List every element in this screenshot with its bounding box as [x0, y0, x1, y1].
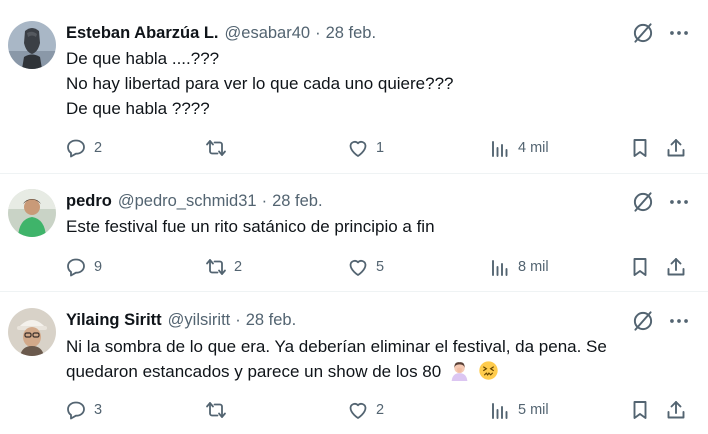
person-green-shirt-avatar-icon	[8, 189, 56, 237]
author-handle[interactable]: @pedro_schmid31	[118, 192, 257, 211]
tweet-1[interactable]: Esteban Abarzúa L. @esabar40 · 28 feb. D…	[0, 0, 708, 174]
views-button[interactable]: 5 mil	[488, 397, 549, 423]
tweet-actions: 2 1 4 mil	[0, 135, 708, 161]
separator-dot: ·	[235, 310, 241, 329]
statue-avatar-icon	[8, 21, 56, 69]
tweet-text-line: Este festival fue un rito satánico de pr…	[66, 217, 435, 236]
grok-icon[interactable]	[630, 20, 656, 46]
confounded-face-emoji	[478, 360, 499, 381]
author-handle[interactable]: @esabar40	[225, 24, 311, 43]
more-options-icon[interactable]	[666, 189, 692, 215]
repost-button[interactable]	[204, 135, 234, 161]
avatar-pedro[interactable]	[8, 189, 56, 237]
reply-icon	[67, 139, 85, 158]
repost-icon	[206, 259, 226, 275]
more-options-icon[interactable]	[666, 308, 692, 334]
reply-count: 9	[94, 259, 103, 275]
avatar-esteban[interactable]	[8, 21, 56, 69]
reply-icon	[67, 401, 85, 420]
tweet-text-line-with-emoji: quedaron estancados y parece un show de …	[66, 359, 676, 384]
tweet-text-line: quedaron estancados y parece un show de …	[66, 362, 442, 381]
tweet-date[interactable]: 28 feb.	[246, 311, 296, 330]
views-button[interactable]: 8 mil	[488, 254, 549, 280]
like-button[interactable]: 2	[346, 397, 384, 423]
separator-dot: ·	[261, 191, 268, 210]
heart-icon	[349, 140, 367, 157]
share-icon	[667, 401, 685, 419]
tweet-feed: Esteban Abarzúa L. @esabar40 · 28 feb. D…	[0, 0, 708, 434]
bookmark-button[interactable]	[628, 397, 652, 423]
grok-icon[interactable]	[630, 308, 656, 334]
tweet-text: Este festival fue un rito satánico de pr…	[66, 214, 676, 239]
tweet-actions: 9 2 5 8 mil	[0, 254, 708, 280]
analytics-icon	[492, 403, 508, 419]
more-options-icon[interactable]	[666, 20, 692, 46]
bookmark-button[interactable]	[628, 254, 652, 280]
bookmark-button[interactable]	[628, 135, 652, 161]
like-count: 1	[376, 140, 385, 156]
like-count: 2	[376, 402, 385, 418]
views-count: 4 mil	[518, 140, 549, 156]
analytics-icon	[492, 141, 508, 157]
views-count: 8 mil	[518, 259, 549, 275]
share-button[interactable]	[664, 397, 688, 423]
separator-dot: ·	[315, 23, 321, 42]
bookmark-icon	[633, 139, 647, 157]
tweet-2[interactable]: pedro @pedro_schmid31 · 28 feb. Este fes…	[0, 174, 708, 292]
share-button[interactable]	[664, 135, 688, 161]
repost-button[interactable]: 2	[204, 254, 242, 280]
repost-button[interactable]	[204, 397, 234, 423]
author-name[interactable]: Esteban Abarzúa L.	[66, 24, 219, 43]
reply-button[interactable]: 2	[64, 135, 102, 161]
like-button[interactable]: 1	[346, 135, 384, 161]
tweet-header: pedro @pedro_schmid31 · 28 feb.	[66, 190, 323, 212]
author-name[interactable]: pedro	[66, 192, 112, 211]
tweet-text: De que habla ....??? No hay libertad par…	[66, 46, 676, 121]
tweet-text-line: De que habla ????	[66, 99, 210, 118]
tweet-header: Esteban Abarzúa L. @esabar40 · 28 feb.	[66, 22, 376, 44]
like-count: 5	[376, 259, 385, 275]
like-button[interactable]: 5	[346, 254, 384, 280]
repost-icon	[206, 402, 226, 418]
reply-button[interactable]: 9	[64, 254, 102, 280]
reply-count: 3	[94, 402, 103, 418]
tweet-text-line: De que habla ....???	[66, 49, 220, 68]
heart-icon	[349, 402, 367, 419]
tweet-text: Ni la sombra de lo que era. Ya deberían …	[66, 334, 676, 384]
avatar-yilaing[interactable]	[8, 308, 56, 356]
bookmark-icon	[633, 401, 647, 419]
woman-with-cap-avatar-icon	[8, 308, 56, 356]
tweet-3[interactable]: Yilaing Siritt @yilsiritt · 28 feb. Ni l…	[0, 292, 708, 434]
views-button[interactable]: 4 mil	[488, 135, 549, 161]
share-button[interactable]	[664, 254, 688, 280]
views-count: 5 mil	[518, 402, 549, 418]
tweet-date[interactable]: 28 feb.	[326, 24, 376, 43]
repost-count: 2	[234, 259, 243, 275]
share-icon	[667, 139, 685, 157]
tweet-header: Yilaing Siritt @yilsiritt · 28 feb.	[66, 309, 296, 331]
person-facepalming-emoji	[449, 360, 470, 381]
reply-button[interactable]: 3	[64, 397, 102, 423]
author-name[interactable]: Yilaing Siritt	[66, 311, 162, 330]
tweet-text-line: Ni la sombra de lo que era. Ya deberían …	[66, 337, 607, 356]
reply-count: 2	[94, 140, 103, 156]
bookmark-icon	[633, 258, 647, 276]
share-icon	[667, 258, 685, 276]
tweet-text-line: No hay libertad para ver lo que cada uno…	[66, 74, 454, 93]
grok-icon[interactable]	[630, 189, 656, 215]
reply-icon	[67, 258, 85, 277]
heart-icon	[349, 259, 367, 276]
author-handle[interactable]: @yilsiritt	[168, 311, 231, 330]
repost-icon	[206, 140, 226, 156]
tweet-date[interactable]: 28 feb.	[272, 192, 322, 211]
tweet-actions: 3 2 5 mil	[0, 397, 708, 423]
analytics-icon	[492, 260, 508, 276]
